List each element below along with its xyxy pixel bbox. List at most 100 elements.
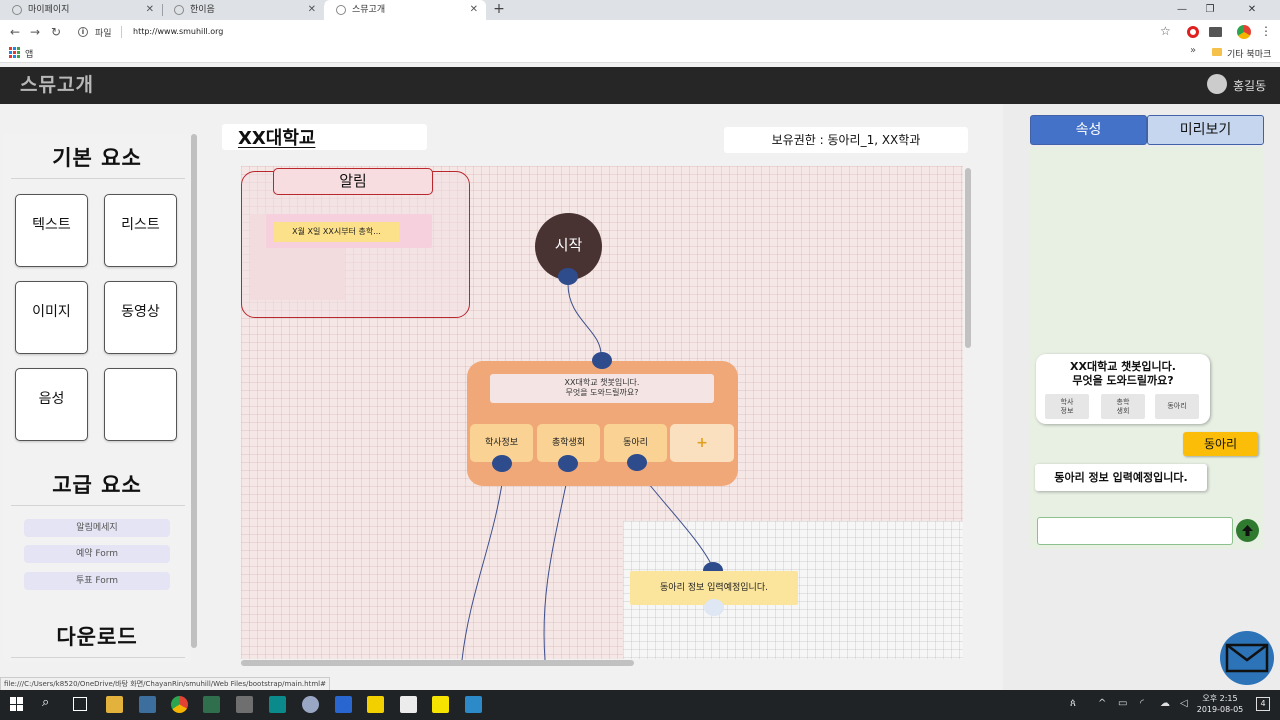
typora-icon[interactable] <box>400 696 417 713</box>
divider <box>11 178 185 179</box>
browser-tab-smuhill[interactable]: 스뮤고개 ✕ <box>324 0 486 20</box>
url-divider <box>121 26 122 38</box>
vote-form-item[interactable]: 투표 Form <box>24 572 170 590</box>
clock-date[interactable]: 2019-08-05 <box>1192 705 1248 714</box>
new-tab-button[interactable]: + <box>492 0 506 20</box>
notice-title[interactable]: 알림 <box>273 168 433 195</box>
notification-center[interactable]: 4 <box>1256 697 1270 711</box>
sync-app-icon[interactable] <box>139 696 156 713</box>
clock-time[interactable]: 오후 2:15 <box>1200 693 1240 704</box>
battery-icon[interactable]: ▭ <box>1118 698 1127 709</box>
arduino-icon[interactable] <box>269 696 286 713</box>
download-title[interactable]: 다운로드 <box>3 621 191 651</box>
apps-grid-icon[interactable] <box>9 47 20 58</box>
close-tab-icon[interactable]: ✕ <box>308 0 316 20</box>
kakaotalk-icon[interactable] <box>432 696 449 713</box>
tab-properties[interactable]: 속성 <box>1030 115 1147 145</box>
divider <box>11 505 185 506</box>
bot-reply-bubble: 동아리 정보 입력예정입니다. <box>1035 464 1207 491</box>
tab-preview[interactable]: 미리보기 <box>1147 115 1264 145</box>
todo-icon[interactable] <box>335 696 352 713</box>
club-reply-output-port[interactable] <box>704 599 724 616</box>
sidebar-scrollbar[interactable] <box>191 134 197 648</box>
app-icon[interactable] <box>302 696 319 713</box>
app-header <box>0 67 1280 104</box>
chip-line: 학사 <box>1060 397 1074 406</box>
browser-tab-haneum[interactable]: 한이음 ✕ <box>162 0 325 20</box>
start-output-port[interactable] <box>558 268 578 285</box>
address-bar[interactable]: http://www.smuhill.org <box>133 27 223 36</box>
minimize-button[interactable]: — <box>1168 0 1196 20</box>
info-icon[interactable]: i <box>78 27 88 37</box>
people-icon[interactable]: ጰ <box>1070 698 1076 709</box>
bookmarks-overflow[interactable]: » <box>1190 45 1196 56</box>
terminal-icon[interactable] <box>203 696 220 713</box>
empty-element-slot[interactable] <box>104 368 177 441</box>
chatbot-node-message[interactable]: XX대학교 챗봇입니다. 무엇을 도와드릴까요? <box>490 374 714 403</box>
audio-element-button[interactable]: 음성 <box>15 368 88 441</box>
project-title[interactable]: XX대학교 <box>238 124 315 150</box>
bookmark-star-icon[interactable]: ☆ <box>1160 24 1171 38</box>
bot-line: 무엇을 도와드릴까요? <box>1072 374 1174 387</box>
notice-text[interactable]: X월 X일 XX시부터 총학... <box>274 222 399 242</box>
chip-line: 생회 <box>1116 406 1130 415</box>
bot-line: XX대학교 챗봇입니다. <box>1070 360 1176 373</box>
wifi-icon[interactable]: ◜ <box>1140 698 1144 709</box>
council-output-port[interactable] <box>558 455 578 472</box>
mail-icon <box>1225 643 1269 673</box>
other-bookmarks[interactable]: 기타 북마크 <box>1227 47 1271 60</box>
list-element-button[interactable]: 리스트 <box>104 194 177 267</box>
close-tab-icon[interactable]: ✕ <box>470 0 478 20</box>
text-element-button[interactable]: 텍스트 <box>15 194 88 267</box>
canvas-vertical-scrollbar[interactable] <box>965 168 971 348</box>
user-name[interactable]: 홍길동 <box>1233 77 1266 94</box>
os-taskbar <box>0 690 1280 720</box>
windows-start-icon[interactable] <box>10 697 24 711</box>
message-line: XX대학교 챗봇입니다. <box>564 378 640 387</box>
send-button[interactable] <box>1236 519 1259 542</box>
academic-output-port[interactable] <box>492 455 512 472</box>
store-icon[interactable] <box>236 696 253 713</box>
club-output-port[interactable] <box>627 454 647 471</box>
preview-choice-academic[interactable]: 학사 정보 <box>1045 394 1089 419</box>
bot-message-text: XX대학교 챗봇입니다. 무엇을 도와드릴까요? <box>1036 360 1210 388</box>
file-explorer-icon[interactable] <box>106 696 123 713</box>
window-close-button[interactable]: ✕ <box>1238 0 1266 20</box>
maximize-button[interactable]: ❐ <box>1196 0 1224 20</box>
avatar[interactable] <box>1207 74 1227 94</box>
browser-menu-icon[interactable]: ⋮ <box>1260 24 1272 38</box>
webstorm-icon[interactable] <box>465 696 482 713</box>
video-element-button[interactable]: 동영상 <box>104 281 177 354</box>
volume-icon[interactable]: ◁ <box>1180 698 1188 709</box>
notice-message-item[interactable]: 알림메세지 <box>24 519 170 537</box>
reservation-form-item[interactable]: 예약 Form <box>24 545 170 563</box>
chat-input[interactable] <box>1037 517 1233 545</box>
tray-expand-icon[interactable]: ^ <box>1098 698 1106 709</box>
back-icon[interactable]: ← <box>6 22 24 42</box>
search-icon[interactable]: ⌕ <box>42 695 49 710</box>
close-tab-icon[interactable]: ✕ <box>146 0 154 20</box>
permission-label: 보유권한 : 동아리_1, XX학과 <box>724 127 968 153</box>
forward-icon[interactable]: → <box>26 22 44 42</box>
profile-icon[interactable] <box>1237 25 1251 39</box>
chat-input-port[interactable] <box>592 352 612 369</box>
browser-tab-mypage[interactable]: 마이페이지 ✕ <box>0 0 163 20</box>
apps-label[interactable]: 앱 <box>25 47 33 60</box>
image-element-button[interactable]: 이미지 <box>15 281 88 354</box>
preview-choice-council[interactable]: 총학 생회 <box>1101 394 1145 419</box>
app-logo[interactable]: 스뮤고개 <box>20 70 94 97</box>
chrome-icon[interactable] <box>171 696 188 713</box>
tab-title: 마이페이지 <box>28 5 70 15</box>
cloud-icon[interactable]: ☁ <box>1160 698 1170 709</box>
sticky-notes-icon[interactable] <box>367 696 384 713</box>
reload-icon[interactable]: ↻ <box>47 22 65 42</box>
add-choice-button[interactable]: + <box>670 424 734 462</box>
mail-button[interactable] <box>1220 631 1274 685</box>
task-view-icon[interactable] <box>73 697 87 711</box>
preview-choice-club[interactable]: 동아리 <box>1155 394 1199 419</box>
globe-icon <box>12 5 22 15</box>
extension-icon[interactable] <box>1209 27 1222 37</box>
canvas-horizontal-scrollbar[interactable] <box>241 660 634 666</box>
divider <box>11 657 185 658</box>
opera-extension-icon[interactable] <box>1187 26 1199 38</box>
